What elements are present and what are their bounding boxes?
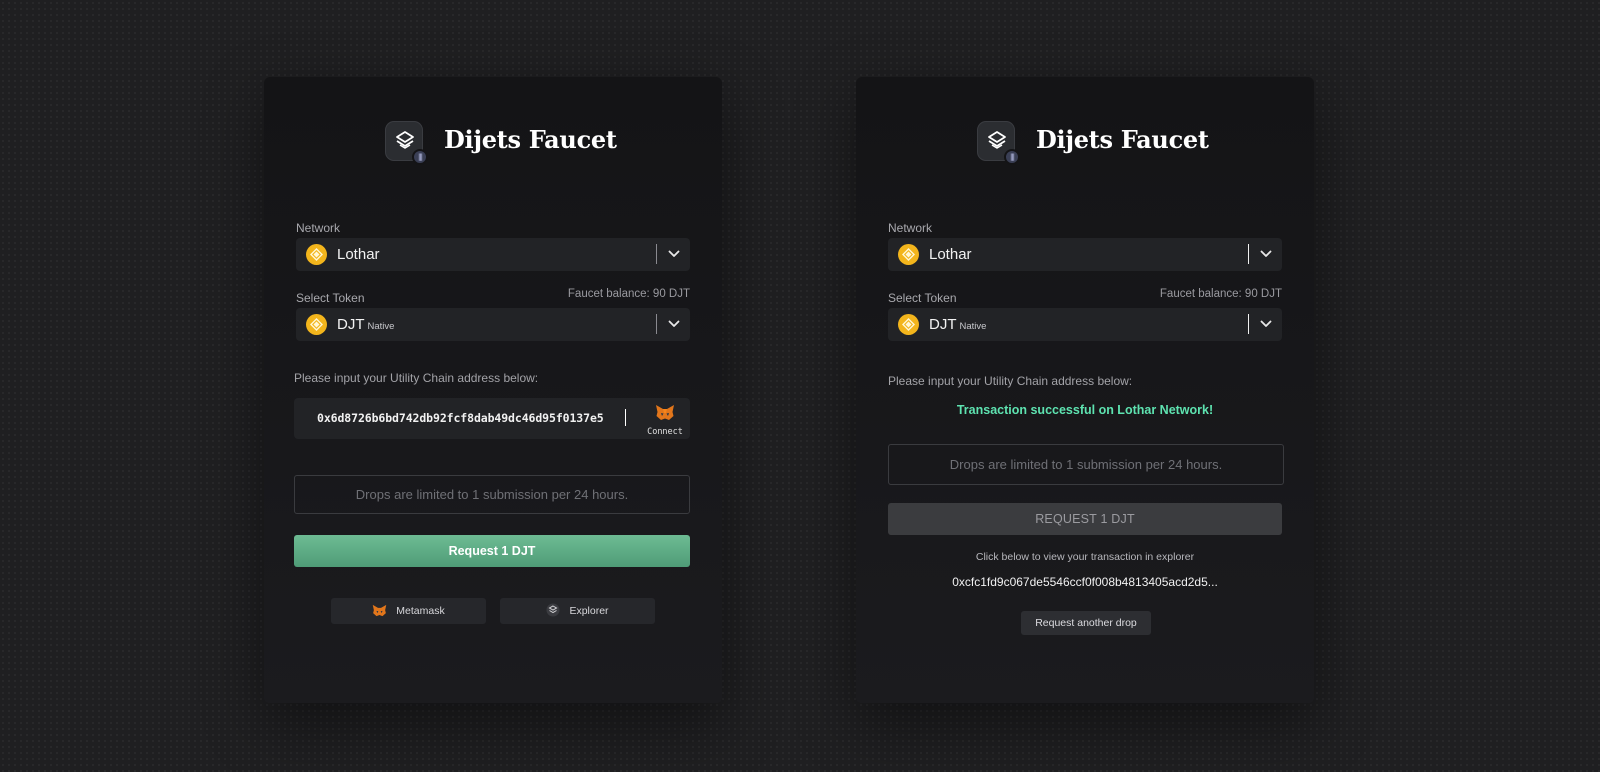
address-input[interactable]: 0x6d8726b6bd742db92fcf8dab49dc46d95f0137… xyxy=(294,398,690,439)
explorer-icon xyxy=(546,603,560,617)
limit-notice: Drops are limited to 1 submission per 24… xyxy=(888,444,1284,485)
faucet-balance: Faucet balance: 90 DJT xyxy=(567,288,690,300)
metamask-fox-icon xyxy=(373,604,387,616)
transaction-hash-link[interactable]: 0xcfc1fd9c067de5546ccf0f008b4813405acd2d… xyxy=(856,575,1314,589)
metamask-label: Metamask xyxy=(396,605,445,617)
layers-icon: ||| xyxy=(385,121,428,165)
network-badge-icon: ||| xyxy=(412,149,428,165)
network-label: Network xyxy=(888,221,933,235)
faucet-card-form: ||| Dijets Faucet Network Lothar Select … xyxy=(264,77,722,703)
connect-label: Connect xyxy=(647,427,683,437)
select-divider xyxy=(656,314,657,334)
network-label: Network xyxy=(296,221,341,235)
token-label: Select Token xyxy=(296,291,365,305)
token-type: Native xyxy=(959,321,987,332)
text-caret xyxy=(625,409,626,426)
explorer-label: Explorer xyxy=(569,605,609,617)
select-divider xyxy=(1248,244,1249,264)
success-message: Transaction successful on Lothar Network… xyxy=(956,403,1214,417)
network-value: Lothar xyxy=(337,246,380,263)
connect-wallet-button[interactable]: Connect xyxy=(644,404,686,437)
app-title: Dijets Faucet xyxy=(1036,125,1209,154)
token-symbol: DJT xyxy=(929,316,957,333)
dijets-coin-icon xyxy=(898,244,919,265)
metamask-link-button[interactable]: Metamask xyxy=(331,598,486,624)
token-select[interactable]: DJT Native xyxy=(888,308,1282,341)
network-badge-icon: ||| xyxy=(1004,149,1020,165)
request-drop-button[interactable]: REQUEST 1 DJT xyxy=(888,503,1282,535)
chevron-down-icon[interactable] xyxy=(668,250,680,258)
token-value: DJT Native xyxy=(337,316,394,333)
app-title: Dijets Faucet xyxy=(444,125,617,154)
card-header: ||| Dijets Faucet xyxy=(264,121,722,165)
chevron-down-icon[interactable] xyxy=(1260,250,1272,258)
network-value: Lothar xyxy=(929,246,972,263)
address-prompt: Please input your Utility Chain address … xyxy=(888,374,1133,388)
token-symbol: DJT xyxy=(337,316,365,333)
token-label: Select Token xyxy=(888,291,957,305)
address-prompt: Please input your Utility Chain address … xyxy=(294,371,539,385)
network-select[interactable]: Lothar xyxy=(296,238,690,271)
dijets-coin-icon xyxy=(306,314,327,335)
faucet-balance: Faucet balance: 90 DJT xyxy=(1159,288,1282,300)
select-divider xyxy=(1248,314,1249,334)
explorer-hint: Click below to view your transaction in … xyxy=(975,551,1195,563)
limit-notice: Drops are limited to 1 submission per 24… xyxy=(294,475,690,514)
request-another-drop-button[interactable]: Request another drop xyxy=(1021,611,1151,635)
metamask-fox-icon xyxy=(656,405,674,420)
explorer-link-button[interactable]: Explorer xyxy=(500,598,655,624)
network-select[interactable]: Lothar xyxy=(888,238,1282,271)
layers-icon: ||| xyxy=(977,121,1020,165)
dijets-coin-icon xyxy=(306,244,327,265)
chevron-down-icon[interactable] xyxy=(1260,320,1272,328)
dijets-coin-icon xyxy=(898,314,919,335)
chevron-down-icon[interactable] xyxy=(668,320,680,328)
token-type: Native xyxy=(367,321,395,332)
select-divider xyxy=(656,244,657,264)
token-select[interactable]: DJT Native xyxy=(296,308,690,341)
request-drop-button[interactable]: Request 1 DJT xyxy=(294,535,690,567)
address-value[interactable]: 0x6d8726b6bd742db92fcf8dab49dc46d95f0137… xyxy=(317,411,604,425)
token-value: DJT Native xyxy=(929,316,986,333)
faucet-card-success: ||| Dijets Faucet Network Lothar Select … xyxy=(856,77,1314,703)
card-header: ||| Dijets Faucet xyxy=(856,121,1314,165)
